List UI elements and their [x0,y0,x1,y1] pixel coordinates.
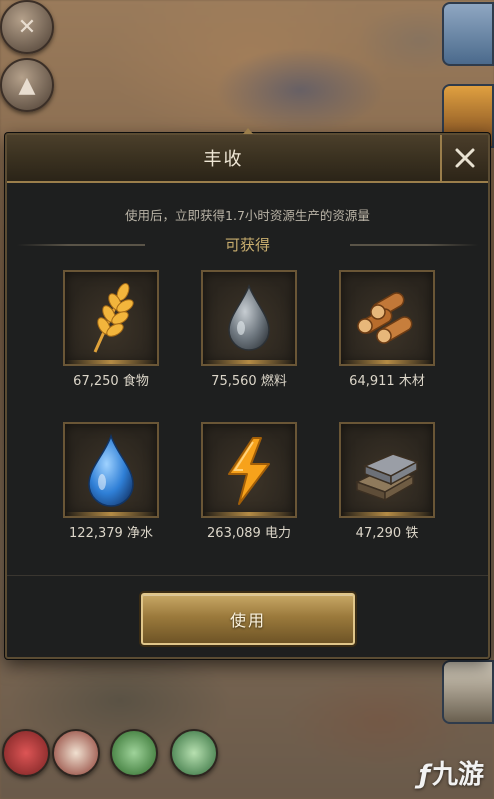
resource-item-fuel: 75,560 燃料 [189,270,309,389]
resource-tile [63,422,159,518]
bottom-menu-button-1[interactable] [2,729,50,777]
use-button[interactable]: 使用 [141,593,355,645]
resource-tile [339,270,435,366]
resource-quantity: 263,089 电力 [207,526,291,541]
water-drop-icon [88,433,134,507]
fuel-drop-icon [228,283,270,351]
available-header: 可获得 [17,232,478,256]
resource-item-iron: 47,290 铁 [327,422,447,541]
resource-quantity: 122,379 净水 [69,526,153,541]
dialog-description: 使用后，立即获得1.7小时资源生产的资源量 [125,208,370,223]
harvest-dialog: 丰收 使用后，立即获得1.7小时资源生产的资源量 可获得 67,250 食物 7… [5,128,490,659]
crossed-swords-icon[interactable]: ✕ [0,0,54,54]
resource-item-food: 67,250 食物 [51,270,171,389]
resource-item-power: 263,089 电力 [189,422,309,541]
resource-quantity: 64,911 木材 [349,374,425,389]
close-icon [455,148,475,168]
resource-quantity: 67,250 食物 [73,374,149,389]
dialog-header: 丰收 [7,135,440,183]
bottom-menu-button-4[interactable] [170,729,218,777]
dialog-notch [243,128,253,134]
iron-ingot-icon [355,453,419,502]
divider-right [350,244,478,246]
resource-quantity: 47,290 铁 [355,526,419,541]
map-thumbnail[interactable] [442,2,494,66]
resource-item-wood: 64,911 木材 [327,270,447,389]
close-button[interactable] [440,135,488,183]
tent-icon[interactable]: ▲ [0,58,54,112]
dialog-title: 丰收 [203,149,244,170]
resource-tile [63,270,159,366]
bottom-menu-button-3[interactable] [110,729,158,777]
wheat-icon [93,283,134,353]
watermark-logo: ƒ九游 [418,760,484,790]
resource-quantity: 75,560 燃料 [211,374,287,389]
lightning-icon [228,437,270,505]
resource-tile [339,422,435,518]
side-thumbnail[interactable] [442,660,494,724]
wood-logs-icon [357,292,413,344]
resource-tile [201,422,297,518]
resource-tile [201,270,297,366]
bottom-menu-button-2[interactable] [52,729,100,777]
resource-item-water: 122,379 净水 [51,422,171,541]
footer-divider [7,575,488,576]
